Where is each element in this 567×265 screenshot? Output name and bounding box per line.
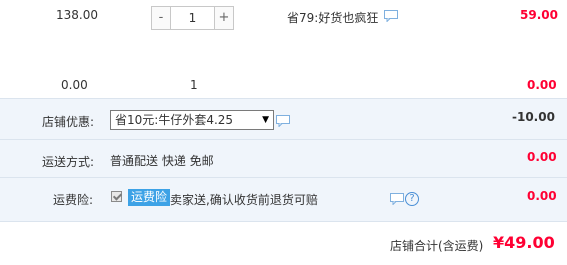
row-total: 0.00 [527, 78, 557, 92]
shipping-insurance-amount: 0.00 [527, 189, 557, 203]
chat-icon[interactable] [276, 115, 290, 127]
store-total-label: 店铺合计(含运费) [390, 239, 484, 253]
shipping-insurance-badge: 运费险 [128, 189, 171, 206]
shop-discount-label: 店铺优惠: [42, 115, 95, 129]
shipping-insurance-description: 卖家送,确认收货前退货可赔 [170, 193, 318, 207]
item-subtotal: 59.00 [520, 8, 558, 22]
store-total-amount: ¥49.00 [493, 233, 555, 252]
shop-discount-selected: 省10元:牛仔外套4.25 [115, 113, 234, 127]
chat-icon[interactable] [384, 10, 398, 22]
dropdown-arrow-icon: ▼ [262, 115, 269, 125]
row-price: 0.00 [61, 78, 88, 92]
item-row: 138.00 - 1 + 省79:好货也疯狂 59.00 0.00 1 0.00 [0, 0, 567, 98]
quantity-increase-button[interactable]: + [214, 6, 234, 30]
shipping-label: 运送方式: [42, 155, 95, 169]
promo-text: 省79:好货也疯狂 [287, 11, 379, 25]
shipping-method: 普通配送 快递 免邮 [110, 154, 214, 168]
shipping-insurance-label: 运费险: [53, 193, 94, 207]
shipping-amount: 0.00 [527, 150, 557, 164]
quantity-input[interactable]: 1 [171, 6, 214, 30]
chat-icon[interactable] [390, 193, 404, 205]
unit-price: 138.00 [56, 8, 98, 22]
shop-discount-amount: -10.00 [512, 110, 555, 124]
quantity-decrease-button[interactable]: - [151, 6, 171, 30]
row-quantity: 1 [190, 78, 198, 92]
shipping-insurance-checkbox[interactable] [111, 191, 122, 202]
help-icon[interactable]: ? [405, 192, 419, 206]
shop-discount-select[interactable]: 省10元:牛仔外套4.25 ▼ [110, 110, 274, 130]
